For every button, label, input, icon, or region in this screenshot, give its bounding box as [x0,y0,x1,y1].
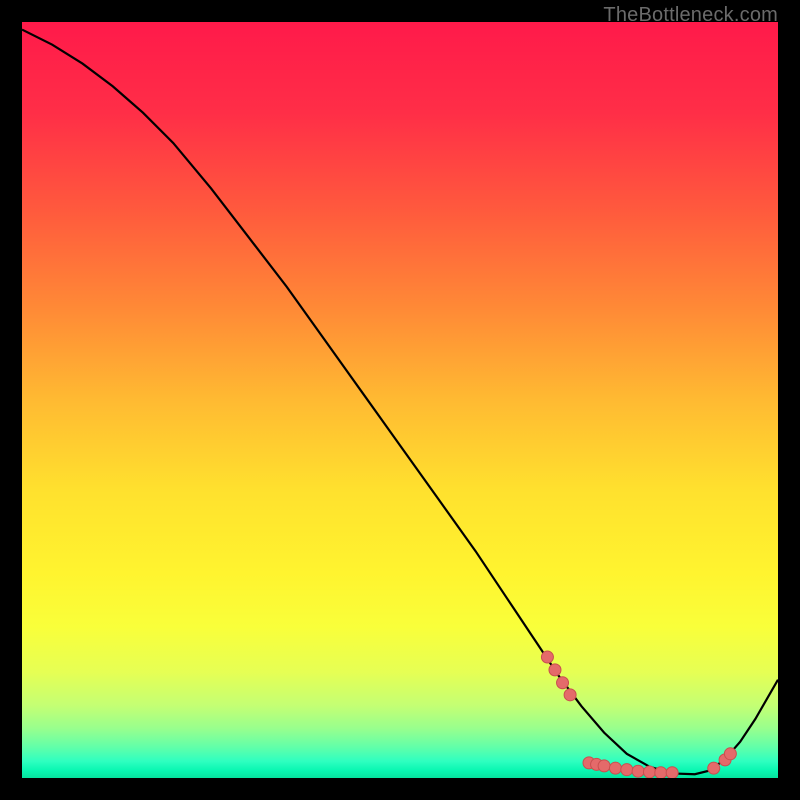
curve-marker [598,760,610,772]
curve-layer [22,22,778,778]
curve-marker [643,766,655,778]
curve-marker [724,748,736,760]
curve-marker [621,764,633,776]
curve-marker [564,689,576,701]
curve-marker [541,651,553,663]
bottleneck-curve [22,30,778,775]
plot-area [22,22,778,778]
curve-marker [708,762,720,774]
curve-marker [655,767,667,778]
curve-marker [557,677,569,689]
curve-marker [666,767,678,778]
curve-markers [541,651,736,778]
chart-canvas: TheBottleneck.com [0,0,800,800]
curve-marker [609,762,621,774]
curve-marker [632,765,644,777]
curve-marker [549,664,561,676]
